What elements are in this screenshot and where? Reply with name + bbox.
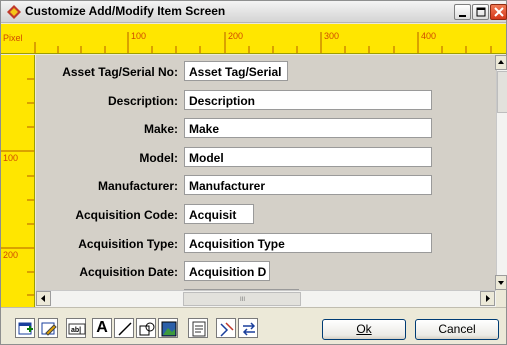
window-title: Customize Add/Modify Item Screen xyxy=(25,4,226,18)
ruler-label: 100 xyxy=(3,153,19,163)
acquisition-date-label: Acquisition Date: xyxy=(79,265,178,279)
scroll-down-icon xyxy=(498,281,504,285)
vertical-scrollbar[interactable] xyxy=(495,55,507,290)
ruler-label: 400 xyxy=(421,31,437,41)
description-field[interactable]: Description xyxy=(184,90,432,110)
edit-field-icon xyxy=(41,322,57,336)
order-icon xyxy=(242,322,256,336)
manufacturer-field[interactable]: Manufacturer xyxy=(184,175,432,195)
scroll-left-button[interactable] xyxy=(36,291,51,306)
asset-tag-field[interactable]: Asset Tag/Serial xyxy=(184,61,288,81)
add-field-tool[interactable] xyxy=(15,318,35,338)
line-tool[interactable] xyxy=(114,318,134,338)
ruler-label: 200 xyxy=(3,250,19,260)
ruler-label: 200 xyxy=(228,31,244,41)
cancel-button[interactable]: Cancel xyxy=(415,319,499,340)
textbox-icon: ab| xyxy=(68,323,86,335)
maximize-button[interactable] xyxy=(472,4,489,20)
ruler-label: 300 xyxy=(324,31,340,41)
vertical-scroll-thumb[interactable] xyxy=(497,71,507,113)
edit-field-tool[interactable] xyxy=(38,318,58,338)
acquisition-code-field[interactable]: Acquisit xyxy=(184,204,254,224)
order-tool[interactable] xyxy=(238,318,258,338)
scroll-right-icon xyxy=(486,295,490,302)
make-field[interactable]: Make xyxy=(184,118,432,138)
ok-label: Ok xyxy=(356,322,372,336)
scroll-up-icon xyxy=(498,60,504,64)
line-icon xyxy=(118,322,132,336)
shape-icon xyxy=(139,322,155,336)
scroll-right-button[interactable] xyxy=(480,291,495,306)
app-icon xyxy=(7,5,21,19)
close-button[interactable] xyxy=(490,4,507,20)
ruler-unit-label: Pixel xyxy=(3,33,23,43)
title-bar[interactable]: Customize Add/Modify Item Screen xyxy=(1,1,507,23)
customize-window: Customize Add/Modify Item Screen Pixel 1… xyxy=(0,0,507,345)
scroll-up-button[interactable] xyxy=(495,55,507,70)
manufacturer-label: Manufacturer: xyxy=(97,179,178,193)
acquisition-date-field[interactable]: Acquisition D xyxy=(184,261,270,281)
minimize-button[interactable] xyxy=(454,4,471,20)
description-label: Description: xyxy=(107,94,178,108)
text-tool-letter: A xyxy=(96,319,108,336)
make-label: Make: xyxy=(143,122,178,136)
scroll-left-icon xyxy=(41,295,45,302)
asset-tag-label: Asset Tag/Serial No: xyxy=(62,65,178,79)
form-canvas: Asset Tag/Serial No: Asset Tag/Serial De… xyxy=(36,55,496,290)
model-label: Model: xyxy=(139,151,178,165)
horizontal-scroll-thumb[interactable]: III xyxy=(183,292,301,306)
vertical-ruler: 100 200 xyxy=(1,55,35,307)
model-field[interactable]: Model xyxy=(184,147,432,167)
minimize-icon xyxy=(459,15,466,17)
image-icon xyxy=(161,321,177,337)
svg-text:ab|: ab| xyxy=(71,327,81,334)
ruler-label: 100 xyxy=(131,31,147,41)
properties-icon xyxy=(192,321,206,337)
image-tool[interactable] xyxy=(158,318,178,338)
scroll-grip: III xyxy=(240,297,246,303)
cancel-label: Cancel xyxy=(438,322,476,336)
acquisition-type-label: Acquisition Type: xyxy=(78,237,178,251)
scroll-down-button[interactable] xyxy=(495,275,507,290)
add-field-icon xyxy=(18,322,33,335)
horizontal-scrollbar[interactable]: III xyxy=(36,290,496,307)
ruler-ticks xyxy=(1,78,34,296)
textbox-tool[interactable]: ab| xyxy=(66,318,86,338)
properties-tool[interactable] xyxy=(188,318,208,338)
close-icon xyxy=(494,7,504,17)
bottom-toolbar: ab| A Ok Cancel xyxy=(1,307,506,344)
text-tool[interactable]: A xyxy=(92,318,112,338)
align-tool[interactable] xyxy=(216,318,236,338)
ok-button[interactable]: Ok xyxy=(322,319,406,340)
acquisition-type-field[interactable]: Acquisition Type xyxy=(184,233,432,253)
align-icon xyxy=(220,322,234,337)
maximize-icon xyxy=(476,7,486,17)
shape-tool[interactable] xyxy=(136,318,156,338)
horizontal-ruler: Pixel 100 200 300 400 xyxy=(1,24,506,54)
acquisition-code-label: Acquisition Code: xyxy=(75,208,178,222)
